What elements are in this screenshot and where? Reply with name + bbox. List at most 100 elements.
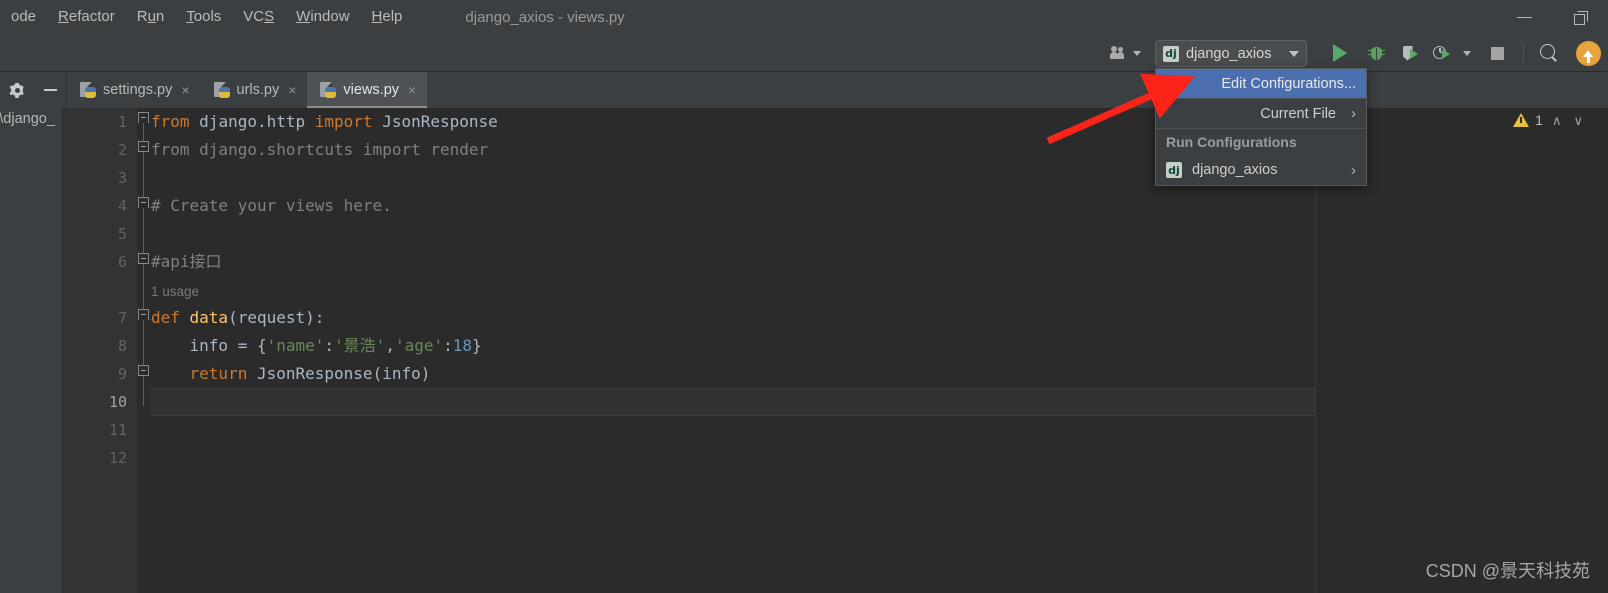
run-configuration-selector[interactable]: dj django_axios (1155, 40, 1307, 67)
run-icon (1333, 44, 1347, 62)
menu-bar: ode Refactor Run Tools VCS Window Help d… (0, 0, 1608, 34)
code-line-8: info = {'name':'景浩','age':18} (151, 336, 482, 355)
line-number: 8 (117, 337, 127, 355)
fold-marker[interactable] (138, 197, 149, 208)
menu-item-run[interactable]: Run (126, 0, 176, 34)
menu-item-window[interactable]: Window (285, 0, 360, 34)
stop-icon (1490, 46, 1504, 60)
line-number: 9 (117, 365, 127, 383)
coverage-icon (1402, 45, 1419, 62)
tab-close-icon[interactable]: × (286, 83, 298, 97)
code-content[interactable]: from django.http import JsonResponse fro… (151, 108, 1315, 593)
fold-marker[interactable] (138, 365, 149, 376)
search-everywhere-button[interactable] (1530, 34, 1568, 72)
tab-label: urls.py (236, 82, 280, 98)
menu-item-edit-configurations[interactable]: Edit Configurations... (1156, 69, 1366, 98)
line-number: 12 (108, 449, 127, 467)
usage-hint[interactable]: 1 usage (151, 279, 199, 304)
pycharm-window: ode Refactor Run Tools VCS Window Help d… (0, 0, 1608, 593)
main-toolbar (0, 34, 1608, 72)
warning-icon (1513, 113, 1530, 127)
debug-button[interactable] (1359, 34, 1393, 72)
chevron-down-icon (1463, 50, 1471, 56)
line-number: 5 (117, 225, 127, 243)
code-line-2: from django.shortcuts import render (151, 140, 489, 159)
code-line-4: # Create your views here. (151, 196, 392, 215)
menu-item-help[interactable]: Help (361, 0, 414, 34)
update-button[interactable] (1568, 34, 1608, 72)
watermark: CSDN @景天科技苑 (1425, 561, 1590, 581)
chevron-down-icon (1289, 50, 1299, 57)
line-number: 1 (117, 113, 127, 131)
line-number: 4 (117, 197, 127, 215)
menu-item-current-file[interactable]: Current File › (1156, 99, 1366, 128)
toolbar-divider (1523, 43, 1524, 63)
tab-close-icon[interactable]: × (406, 83, 418, 97)
profile-dropdown-button[interactable] (1457, 34, 1477, 72)
run-configuration-name: django_axios (1186, 45, 1272, 62)
minus-icon (43, 89, 57, 91)
code-line-6: #api接口 (151, 252, 222, 271)
django-icon: dj (1166, 162, 1182, 178)
next-problem-icon[interactable]: ∨ (1570, 114, 1586, 127)
python-file-icon (80, 82, 96, 98)
menu-item-refactor[interactable]: Refactor (47, 0, 126, 34)
project-panel-strip[interactable]: s\django_ (0, 108, 63, 593)
project-path-truncated: s\django_ (0, 111, 55, 127)
chevron-down-icon (1133, 50, 1141, 56)
line-number-current: 10 (108, 393, 127, 411)
people-button[interactable] (1102, 39, 1149, 67)
tab-label: settings.py (103, 82, 173, 98)
tab-settings-py[interactable]: settings.py × (67, 72, 201, 108)
stop-button[interactable] (1477, 34, 1517, 72)
coverage-button[interactable] (1393, 34, 1427, 72)
people-icon (1110, 46, 1129, 60)
menu-item-code-label: ode (11, 8, 37, 25)
menu-item-tools[interactable]: Tools (175, 0, 232, 34)
line-number: 11 (108, 421, 127, 439)
menu-item-label: Edit Configurations... (1221, 75, 1356, 92)
hide-panel-button[interactable] (34, 72, 66, 108)
fold-marker[interactable] (138, 112, 149, 123)
code-line-1: from django.http import JsonResponse (151, 112, 498, 131)
gear-icon (9, 82, 25, 98)
debug-bug-icon (1367, 45, 1385, 62)
line-number: 7 (117, 309, 127, 327)
menu-section-header: Run Configurations (1166, 134, 1297, 150)
tab-views-py[interactable]: views.py × (307, 72, 428, 108)
fold-marker[interactable] (138, 253, 149, 264)
python-file-icon (320, 82, 337, 98)
django-icon: dj (1163, 45, 1179, 62)
menu-item-django-axios[interactable]: dj django_axios › (1156, 155, 1366, 185)
inspection-widget[interactable]: 1 ∧ ∨ (1513, 112, 1586, 128)
run-button[interactable] (1321, 34, 1359, 72)
code-folding-column[interactable] (137, 108, 151, 593)
python-file-icon (213, 82, 230, 98)
menu-item-code[interactable]: ode (0, 0, 47, 34)
chevron-right-icon: › (1351, 161, 1356, 179)
chevron-right-icon: › (1351, 105, 1356, 122)
tab-close-icon[interactable]: × (179, 83, 191, 97)
minimize-button[interactable] (1496, 0, 1552, 34)
run-configuration-dropdown[interactable]: Edit Configurations... Current File › Ru… (1155, 68, 1367, 186)
code-line-7: def data(request): (151, 308, 325, 327)
code-editor[interactable]: 1 2 3 4 5 6 7 8 9 10 11 12 from django.h… (63, 108, 1315, 593)
window-title: django_axios - views.py (465, 8, 625, 26)
warning-count: 1 (1535, 112, 1543, 128)
line-number-gutter: 1 2 3 4 5 6 7 8 9 10 11 12 (63, 108, 137, 593)
profile-button[interactable] (1427, 34, 1457, 72)
restore-icon (1573, 10, 1588, 25)
tab-urls-py[interactable]: urls.py × (201, 72, 308, 108)
code-line-9: return JsonResponse(info) (151, 364, 431, 383)
previous-problem-icon[interactable]: ∧ (1549, 114, 1565, 127)
settings-button[interactable] (0, 72, 34, 108)
minimize-icon (1516, 16, 1532, 18)
window-controls (1496, 0, 1608, 34)
fold-marker[interactable] (138, 309, 149, 320)
fold-marker[interactable] (138, 141, 149, 152)
menu-item-vcs[interactable]: VCS (232, 0, 285, 34)
line-number: 3 (117, 169, 127, 187)
profile-clock-icon (1433, 45, 1451, 62)
line-number: 6 (117, 253, 127, 271)
restore-button[interactable] (1552, 0, 1608, 34)
